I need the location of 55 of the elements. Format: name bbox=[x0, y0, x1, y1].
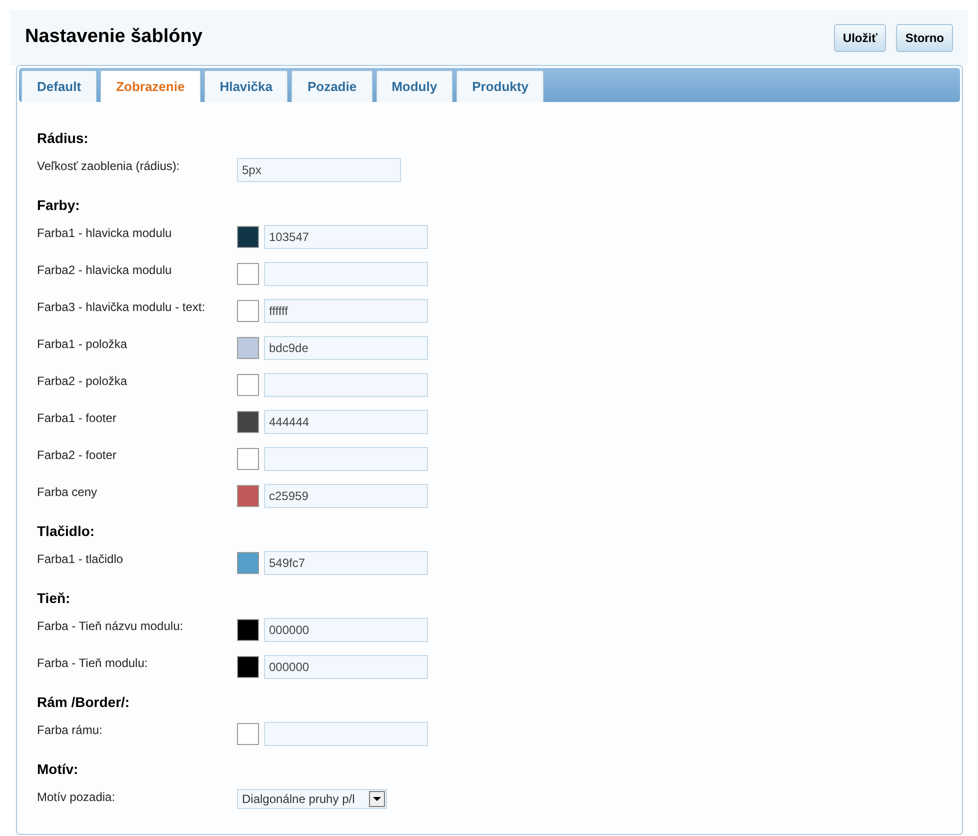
text-field[interactable]: 5px bbox=[237, 158, 401, 182]
field-label: Farba - Tieň názvu modulu: bbox=[37, 618, 184, 633]
text-field[interactable]: 444444 bbox=[264, 410, 428, 434]
field-label: Farba1 - tlačidlo bbox=[37, 551, 124, 566]
section-heading: Farby: bbox=[37, 196, 81, 215]
text-field[interactable]: c25959 bbox=[264, 484, 428, 508]
header-button[interactable]: Storno bbox=[896, 24, 953, 52]
color-swatch[interactable] bbox=[237, 226, 259, 248]
page-title: Nastavenie šablóny bbox=[25, 25, 202, 50]
color-swatch[interactable] bbox=[237, 619, 259, 641]
field-label: Farba2 - položka bbox=[37, 373, 128, 388]
color-swatch[interactable] bbox=[237, 263, 259, 285]
caret-icon bbox=[369, 791, 385, 807]
field-label: Farba - Tieň modulu: bbox=[37, 655, 149, 670]
section-heading: Tieň: bbox=[37, 589, 72, 608]
text-field[interactable]: 000000 bbox=[264, 618, 428, 642]
color-swatch[interactable] bbox=[237, 300, 259, 322]
field-label: Farba1 - footer bbox=[37, 410, 118, 425]
color-swatch[interactable] bbox=[237, 374, 259, 396]
color-swatch[interactable] bbox=[237, 656, 259, 678]
color-swatch[interactable] bbox=[237, 448, 259, 470]
text-field[interactable]: 000000 bbox=[264, 655, 428, 679]
section-heading: Rám /Border/: bbox=[37, 693, 131, 712]
field-label: Farba rámu: bbox=[37, 722, 104, 737]
tab[interactable]: Produkty bbox=[456, 70, 544, 102]
select-dropdown[interactable]: Dialgonálne pruhy p/l bbox=[237, 789, 387, 809]
field-label: Motív pozadia: bbox=[37, 789, 116, 804]
header-button[interactable]: Uložiť bbox=[834, 24, 886, 52]
color-swatch[interactable] bbox=[237, 411, 259, 433]
text-field[interactable]: bdc9de bbox=[264, 336, 428, 360]
field-label: Farba3 - hlavička modulu - text: bbox=[37, 299, 206, 314]
field-label: Veľkosť zaoblenia (rádius): bbox=[37, 158, 181, 173]
field-label: Farba ceny bbox=[37, 484, 98, 499]
color-swatch[interactable] bbox=[237, 485, 259, 507]
tab[interactable]: Hlavička bbox=[204, 70, 288, 102]
color-swatch[interactable] bbox=[237, 552, 259, 574]
field-label: Farba2 - footer bbox=[37, 447, 118, 462]
section-heading: Tlačidlo: bbox=[37, 522, 96, 541]
text-field[interactable] bbox=[264, 262, 428, 286]
color-swatch[interactable] bbox=[237, 337, 259, 359]
section-heading: Motív: bbox=[37, 760, 80, 779]
section-heading: Rádius: bbox=[37, 129, 90, 148]
text-field[interactable] bbox=[264, 722, 428, 746]
field-label: Farba2 - hlavicka modulu bbox=[37, 262, 173, 277]
tab[interactable]: Moduly bbox=[376, 70, 454, 102]
text-field[interactable] bbox=[264, 373, 428, 397]
text-field[interactable]: 549fc7 bbox=[264, 551, 428, 575]
tab[interactable]: Pozadie bbox=[291, 70, 373, 102]
text-field[interactable]: ffffff bbox=[264, 299, 428, 323]
tab[interactable]: Default bbox=[21, 70, 98, 102]
field-label: Farba1 - položka bbox=[37, 336, 128, 351]
field-label: Farba1 - hlavicka modulu bbox=[37, 225, 173, 240]
color-swatch[interactable] bbox=[237, 723, 259, 745]
text-field[interactable] bbox=[264, 447, 428, 471]
text-field[interactable]: 103547 bbox=[264, 225, 428, 249]
